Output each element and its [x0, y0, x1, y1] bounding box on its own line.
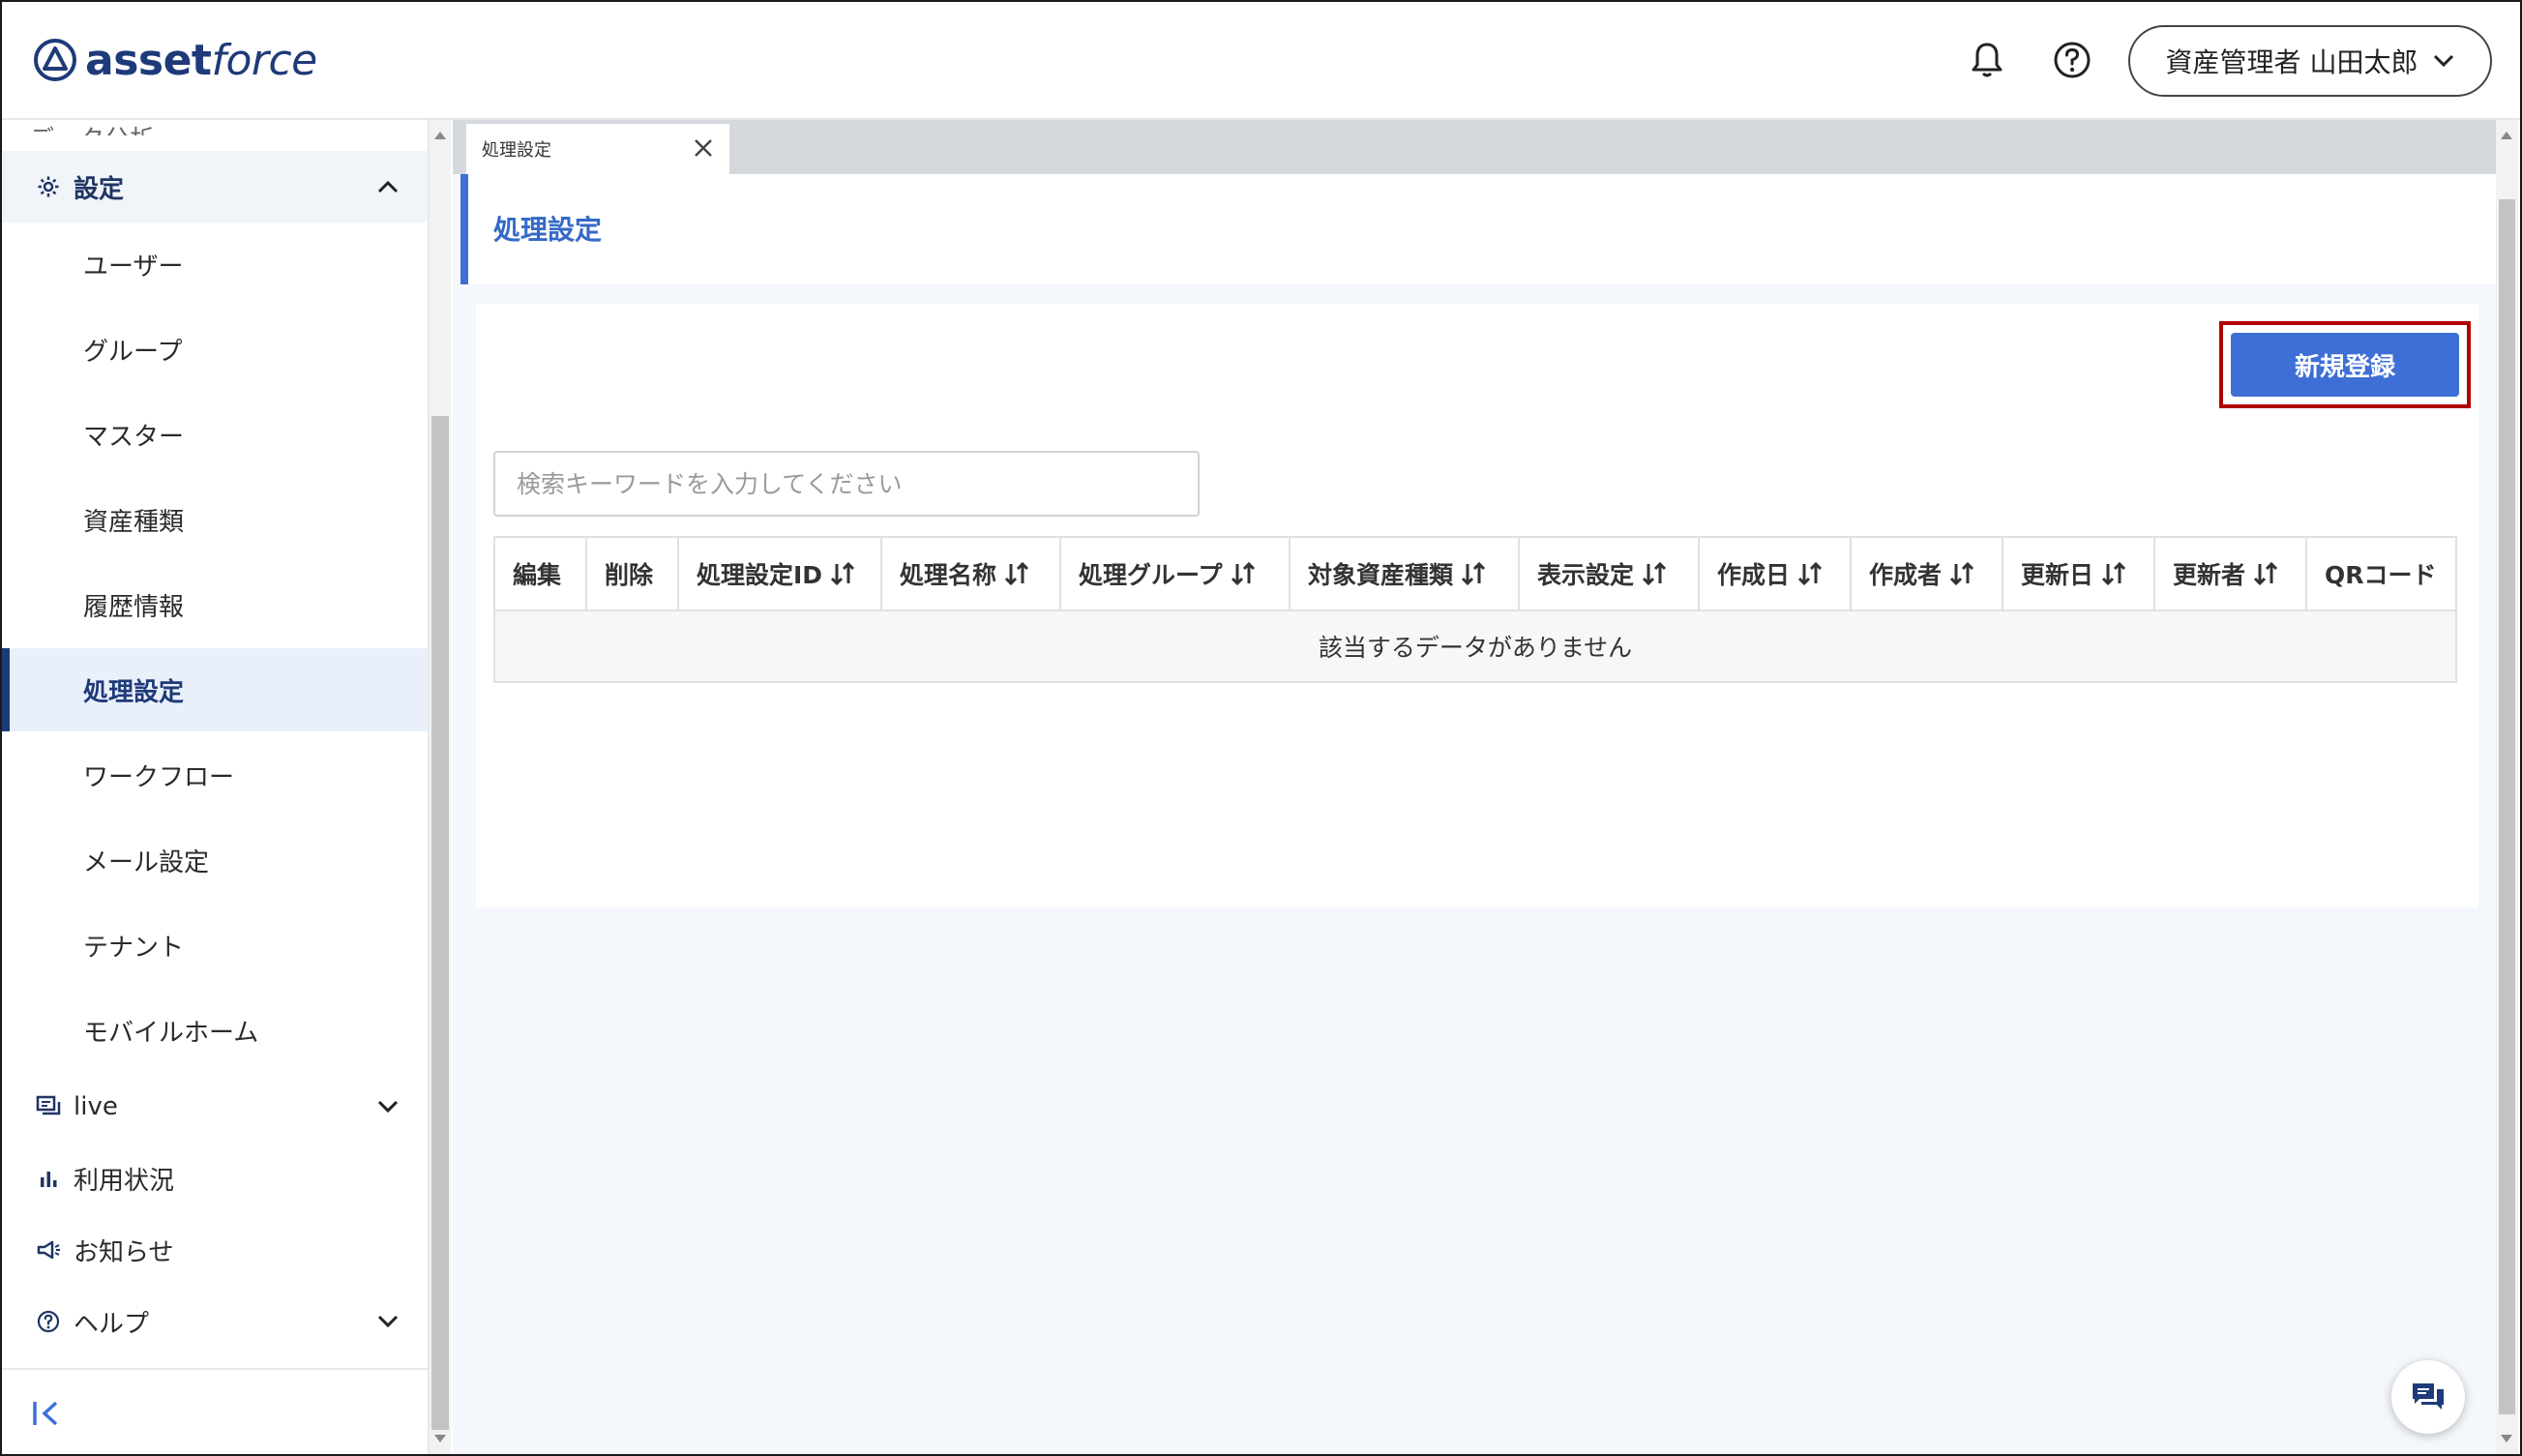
empty-table-row: 該当するデータがありません [495, 611, 2455, 681]
sort-icon[interactable] [1461, 561, 1486, 586]
help-circle-icon [35, 1308, 62, 1335]
help-icon[interactable] [2049, 37, 2095, 83]
column-header-created-by[interactable]: 作成者 [1852, 538, 2003, 609]
sidebar-scrollbar[interactable] [430, 120, 451, 1454]
column-header-process-group[interactable]: 処理グループ [1061, 538, 1291, 609]
new-registration-button[interactable]: 新規登録 [2231, 333, 2459, 397]
sidebar-item-usage[interactable]: 利用状況 [2, 1149, 428, 1207]
app-window: assetforce 資産管理者 山田太郎 データ分析 設定 ユーザー グループ… [0, 0, 2522, 1456]
sidebar-item-notices[interactable]: お知らせ [2, 1221, 428, 1279]
chevron-down-icon [377, 1100, 399, 1114]
bar-chart-icon [35, 1165, 62, 1192]
user-menu-label: 資産管理者 山田太郎 [2165, 46, 2418, 78]
content-card: 新規登録 編集 削除 処理設定ID 処理名称 処理グループ 対象資産種類 表示設… [476, 304, 2478, 907]
tab-label: 処理設定 [482, 140, 551, 161]
column-header-display-settings[interactable]: 表示設定 [1520, 538, 1700, 609]
table-header: 編集 削除 処理設定ID 処理名称 処理グループ 対象資産種類 表示設定 作成日… [495, 538, 2455, 611]
main-content: 処理設定 処理設定 新規登録 編集 削除 処理設定ID 処理名称 処理グループ … [453, 120, 2499, 1454]
sidebar-subitem-history[interactable]: 履歴情報 [2, 563, 428, 646]
column-header-delete: 削除 [587, 538, 679, 609]
sort-icon[interactable] [2253, 561, 2278, 586]
sidebar-item-settings-label: 設定 [74, 174, 125, 204]
sort-icon[interactable] [830, 561, 855, 586]
page-title-bar: 処理設定 [460, 174, 2499, 284]
tab-strip: 処理設定 [453, 120, 2499, 174]
sidebar-item-help-label: ヘルプ [74, 1309, 150, 1339]
sidebar-subitem-mobile-home[interactable]: モバイルホーム [2, 989, 428, 1072]
empty-message: 該当するデータがありません [1318, 634, 1633, 662]
logo-wordmark: assetforce [85, 35, 317, 85]
sidebar-subitem-users[interactable]: ユーザー [2, 223, 428, 306]
sidebar-divider [2, 1368, 428, 1370]
sidebar-item-notices-label: お知らせ [74, 1237, 174, 1267]
top-header: assetforce 資産管理者 山田太郎 [2, 2, 2520, 120]
notification-bell-icon[interactable] [1964, 37, 2010, 83]
sidebar-scrollbar-thumb[interactable] [431, 416, 449, 1430]
column-header-process-name[interactable]: 処理名称 [882, 538, 1061, 609]
app-logo[interactable]: assetforce [33, 31, 317, 89]
sidebar-item-live[interactable]: live [2, 1078, 428, 1136]
column-header-updated-date[interactable]: 更新日 [2003, 538, 2155, 609]
search-input[interactable] [493, 451, 1200, 517]
gear-icon [38, 176, 59, 197]
sort-icon[interactable] [2101, 561, 2126, 586]
sidebar-subitem-master[interactable]: マスター [2, 393, 428, 476]
chevron-down-icon [377, 1315, 399, 1328]
chat-icon [35, 1093, 62, 1120]
sidebar-subitem-asset-types[interactable]: 資産種類 [2, 478, 428, 561]
column-header-created-date[interactable]: 作成日 [1700, 538, 1852, 609]
chevron-up-icon [377, 180, 399, 193]
close-icon[interactable] [693, 137, 714, 159]
scroll-down-arrow-icon[interactable] [434, 1435, 446, 1442]
scroll-down-arrow-icon[interactable] [2501, 1435, 2512, 1442]
logo-icon [34, 39, 76, 81]
main-scrollbar-thumb[interactable] [2499, 199, 2515, 1414]
sidebar-subitem-workflow[interactable]: ワークフロー [2, 733, 428, 817]
chevron-down-icon [2434, 54, 2454, 68]
sort-icon[interactable] [1797, 561, 1823, 586]
sidebar-item-settings[interactable]: 設定 [2, 151, 428, 223]
highlight-box: 新規登録 [2219, 321, 2471, 408]
column-header-target-asset-type[interactable]: 対象資産種類 [1291, 538, 1520, 609]
sort-icon[interactable] [1004, 561, 1029, 586]
user-menu-button[interactable]: 資産管理者 山田太郎 [2128, 25, 2492, 97]
column-header-qr-code: QRコード [2325, 561, 2437, 589]
sort-icon[interactable] [1231, 561, 1256, 586]
megaphone-icon [35, 1236, 62, 1263]
sort-icon[interactable] [1949, 561, 1974, 586]
sidebar-item-usage-label: 利用状況 [74, 1166, 175, 1196]
sidebar-subitem-tenant[interactable]: テナント [2, 904, 428, 987]
collapse-left-icon [33, 1401, 58, 1426]
column-header-edit: 編集 [495, 538, 587, 609]
main-scrollbar[interactable] [2496, 120, 2518, 1454]
sidebar-subitem-mail-settings[interactable]: メール設定 [2, 818, 428, 902]
scroll-up-arrow-icon[interactable] [434, 132, 446, 139]
scroll-up-arrow-icon[interactable] [2501, 132, 2512, 139]
sort-icon[interactable] [1642, 561, 1667, 586]
column-header-process-id[interactable]: 処理設定ID [679, 538, 882, 609]
sidebar-subitem-process-settings[interactable]: 処理設定 [2, 648, 428, 731]
sidebar-item-help[interactable]: ヘルプ [2, 1293, 428, 1351]
sidebar-collapse-button[interactable] [31, 1399, 64, 1432]
sidebar-subitem-groups[interactable]: グループ [2, 308, 428, 391]
sidebar: データ分析 設定 ユーザー グループ マスター 資産種類 履歴情報 処理設定 ワ… [2, 120, 430, 1454]
sidebar-item-live-label: live [74, 1092, 118, 1121]
tab-process-settings[interactable]: 処理設定 [466, 124, 729, 174]
process-settings-table: 編集 削除 処理設定ID 処理名称 処理グループ 対象資産種類 表示設定 作成日… [493, 536, 2457, 683]
chat-support-button[interactable] [2391, 1360, 2465, 1434]
column-header-updated-by[interactable]: 更新者 [2155, 538, 2307, 609]
chat-icon [2413, 1383, 2444, 1410]
sidebar-item-cut-off[interactable]: データ分析 [29, 120, 155, 135]
page-title: 処理設定 [493, 214, 603, 246]
